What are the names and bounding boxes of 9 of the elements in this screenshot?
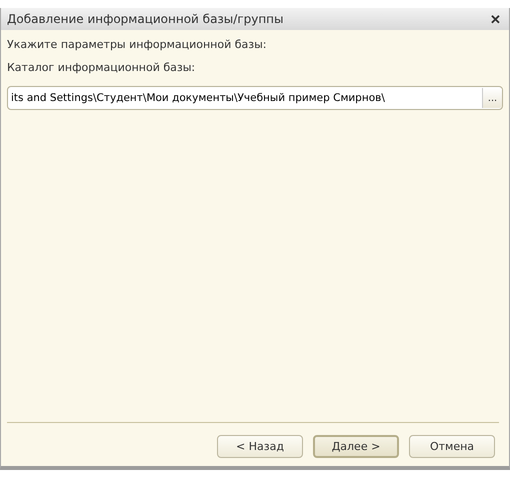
browse-button[interactable]: ... — [482, 88, 502, 108]
dialog-button[interactable]: Далее > — [313, 435, 399, 458]
prompt-text: Укажите параметры информационной базы: — [7, 38, 268, 51]
dialog-button[interactable]: < Назад — [217, 435, 303, 458]
directory-field[interactable]: its and Settings\Студент\Мои документы\Учебный пример Смирнов\ ... — [7, 86, 503, 110]
close-button[interactable]: ✕ — [488, 12, 503, 26]
field-label: Каталог информационной базы: — [7, 61, 196, 74]
window-title: Добавление информационной базы/группы — [7, 12, 284, 26]
dialog-button[interactable]: Отмена — [409, 435, 495, 458]
